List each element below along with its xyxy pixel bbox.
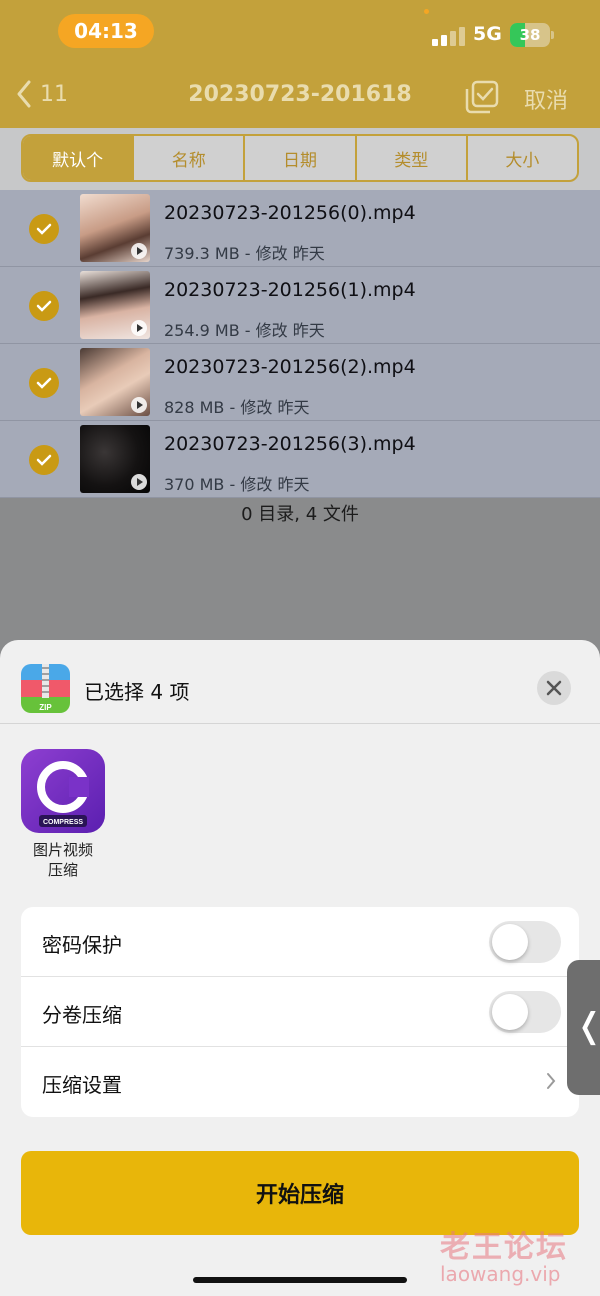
compress-app-icon[interactable]: COMPRESS xyxy=(21,749,105,833)
sheet-title: 已选择 4 项 xyxy=(84,680,190,704)
privacy-indicator xyxy=(424,9,429,14)
file-meta: 739.3 MB - 修改 昨天 xyxy=(164,244,325,263)
sort-tab-default[interactable]: 默认个 xyxy=(23,136,133,180)
password-toggle[interactable] xyxy=(489,921,561,963)
sort-tab-type[interactable]: 类型 xyxy=(354,136,466,180)
option-label: 分卷压缩 xyxy=(42,1003,122,1027)
share-sheet: ZIP 已选择 4 项 COMPRESS 图片视频 压缩 密码保护 分卷压缩 压… xyxy=(0,640,600,1296)
file-meta: 828 MB - 修改 昨天 xyxy=(164,398,310,417)
split-toggle[interactable] xyxy=(489,991,561,1033)
page-title: 20230723-201618 xyxy=(188,82,412,107)
battery-percent: 38 xyxy=(519,26,541,44)
sort-segmented-control: 默认个 名称 日期 类型 大小 xyxy=(21,134,579,182)
file-name: 20230723-201256(1).mp4 xyxy=(164,279,416,301)
close-button[interactable] xyxy=(537,671,571,705)
side-drawer-handle[interactable]: ❬ xyxy=(567,960,600,1095)
zip-label: ZIP xyxy=(39,703,52,712)
play-icon xyxy=(131,320,147,336)
sheet-divider xyxy=(0,723,600,724)
cancel-button[interactable]: 取消 xyxy=(524,83,568,115)
select-all-icon[interactable] xyxy=(465,80,499,114)
play-icon xyxy=(131,474,147,490)
file-name: 20230723-201256(2).mp4 xyxy=(164,356,416,378)
check-icon[interactable] xyxy=(29,368,59,398)
file-name: 20230723-201256(0).mp4 xyxy=(164,202,416,224)
video-thumbnail xyxy=(80,271,150,339)
video-thumbnail xyxy=(80,194,150,262)
check-icon[interactable] xyxy=(29,214,59,244)
sort-tab-name[interactable]: 名称 xyxy=(132,136,243,180)
battery-nub xyxy=(551,31,554,39)
file-list: 20230723-201256(0).mp4 739.3 MB - 修改 昨天 … xyxy=(0,190,600,498)
app-name[interactable]: 图片视频 压缩 xyxy=(18,840,108,880)
option-password-protect[interactable]: 密码保护 xyxy=(21,907,579,977)
file-meta: 254.9 MB - 修改 昨天 xyxy=(164,321,325,340)
app-name-line1: 图片视频 xyxy=(32,841,93,859)
file-meta: 370 MB - 修改 昨天 xyxy=(164,475,310,494)
option-split-volume[interactable]: 分卷压缩 xyxy=(21,977,579,1047)
option-label: 密码保护 xyxy=(42,933,122,957)
play-icon xyxy=(131,397,147,413)
back-label: 11 xyxy=(40,81,68,107)
file-row[interactable]: 20230723-201256(3).mp4 370 MB - 修改 昨天 xyxy=(0,421,600,498)
file-row[interactable]: 20230723-201256(2).mp4 828 MB - 修改 昨天 xyxy=(0,344,600,421)
chevron-left-icon: ❬ xyxy=(575,1006,600,1046)
check-icon[interactable] xyxy=(29,291,59,321)
home-indicator xyxy=(193,1277,407,1283)
back-button[interactable]: 11 xyxy=(16,80,68,108)
network-type: 5G xyxy=(473,23,502,45)
toggle-knob xyxy=(492,924,528,960)
video-thumbnail xyxy=(80,425,150,493)
status-time: 04:13 xyxy=(58,14,154,48)
zip-icon: ZIP xyxy=(21,664,70,713)
options-group: 密码保护 分卷压缩 压缩设置 xyxy=(21,907,579,1117)
chevron-left-icon xyxy=(17,80,31,108)
watermark-url: laowang.vip xyxy=(440,1262,561,1286)
sort-tab-date[interactable]: 日期 xyxy=(243,136,354,180)
file-row[interactable]: 20230723-201256(1).mp4 254.9 MB - 修改 昨天 xyxy=(0,267,600,344)
file-count-summary: 0 目录, 4 文件 xyxy=(241,504,359,525)
cellular-signal-icon xyxy=(432,26,466,46)
watermark-text: 老王论坛 xyxy=(440,1230,568,1265)
option-label: 压缩设置 xyxy=(42,1073,122,1097)
file-row[interactable]: 20230723-201256(0).mp4 739.3 MB - 修改 昨天 xyxy=(0,190,600,267)
option-compress-settings[interactable]: 压缩设置 xyxy=(21,1047,579,1117)
video-thumbnail xyxy=(80,348,150,416)
app-icon-label: COMPRESS xyxy=(43,819,83,826)
chevron-right-icon xyxy=(547,1073,556,1089)
play-icon xyxy=(131,243,147,259)
battery-icon: 38 xyxy=(510,23,550,47)
toggle-knob xyxy=(492,994,528,1030)
check-icon[interactable] xyxy=(29,445,59,475)
sort-tab-size[interactable]: 大小 xyxy=(465,136,577,180)
app-name-line2: 压缩 xyxy=(47,861,78,879)
file-name: 20230723-201256(3).mp4 xyxy=(164,433,416,455)
close-icon xyxy=(546,680,562,696)
